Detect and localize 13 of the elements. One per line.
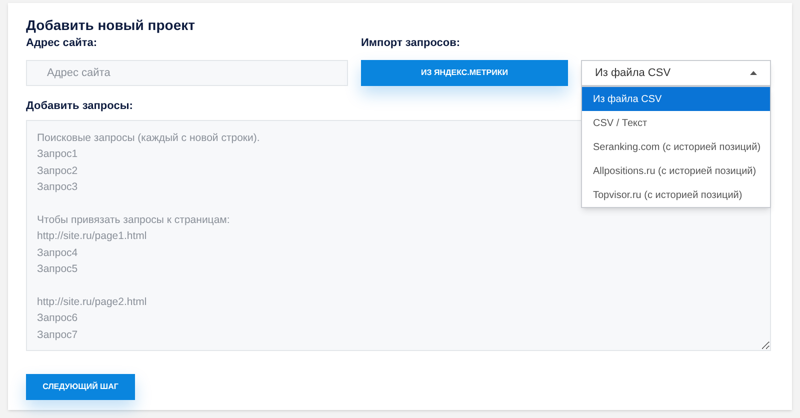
dropdown-option[interactable]: Seranking.com (с историей позиций) xyxy=(582,135,770,159)
page-title: Добавить новый проект xyxy=(26,16,196,35)
dropdown-option[interactable]: Topvisor.ru (с историей позиций) xyxy=(582,183,770,207)
import-metrika-button[interactable]: ИЗ ЯНДЕКС.МЕТРИКИ xyxy=(361,60,568,86)
dropdown-option[interactable]: Allpositions.ru (с историей позиций) xyxy=(582,159,770,183)
import-source-select[interactable]: Из файла CSV xyxy=(581,60,771,86)
site-address-field[interactable]: Адрес сайта xyxy=(26,60,348,86)
next-step-button[interactable]: СЛЕДУЮЩИЙ ШАГ xyxy=(26,374,135,400)
field-label: Адрес сайта: xyxy=(26,36,98,50)
field-label: Импорт запросов: xyxy=(361,36,462,50)
dropdown-option[interactable]: Из файла CSV xyxy=(582,87,770,111)
field-label: Добавить запросы: xyxy=(26,99,133,113)
caret-icon xyxy=(750,71,757,75)
